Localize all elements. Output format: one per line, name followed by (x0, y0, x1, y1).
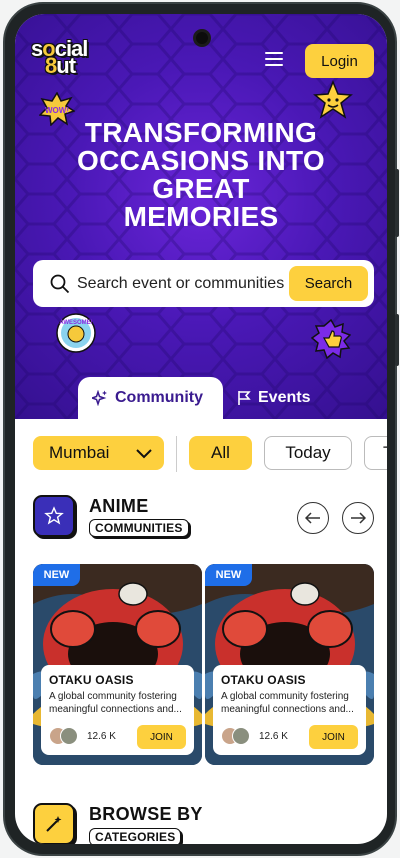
community-card[interactable]: NEW OTAKU OASIS A global community foste… (205, 564, 374, 765)
new-badge: NEW (205, 564, 252, 586)
hero-headline: TRANSFORMING OCCASIONS INTO GREAT MEMORI… (77, 117, 325, 232)
volume-button (395, 169, 399, 237)
card-info-panel: OTAKU OASIS A global community fostering… (213, 665, 366, 755)
power-button (395, 314, 399, 366)
search-button[interactable]: Search (289, 266, 368, 301)
star-face-sticker (313, 80, 353, 119)
tab-events-label: Events (258, 389, 311, 406)
member-count: 12.6 K (87, 731, 116, 742)
community-card[interactable]: NEW OTAKU OASIS A global community foste… (33, 564, 202, 765)
card-footer: 12.6 K JOIN (221, 725, 358, 749)
login-button[interactable]: Login (305, 44, 374, 78)
join-button[interactable]: JOIN (309, 725, 358, 749)
awesome-sticker: AWESOME! (56, 313, 96, 353)
sparkle-icon (92, 390, 107, 406)
svg-text:AWESOME!: AWESOME! (59, 320, 92, 326)
svg-text:WOW!: WOW! (45, 106, 69, 115)
app-screen: social 8ut Login WOW! AWESOME! TRANSFORM… (15, 14, 387, 844)
browse-section-icon (33, 803, 75, 844)
search-input[interactable] (77, 270, 299, 298)
city-select-value: Mumbai (49, 443, 110, 462)
card-description: A global community fostering meaningful … (221, 691, 354, 715)
chevron-down-icon (136, 449, 152, 459)
front-camera (193, 29, 211, 47)
hamburger-menu-icon[interactable] (265, 52, 283, 66)
filter-pill-all[interactable]: All (189, 436, 252, 470)
avatar (60, 727, 78, 745)
flag-icon (238, 391, 251, 405)
tab-events[interactable]: Events (237, 377, 347, 419)
member-avatars (221, 727, 255, 747)
filter-pill-next[interactable]: T (364, 436, 387, 470)
avatar (232, 727, 250, 745)
browse-section-badge: CATEGORIES (89, 828, 182, 844)
arrow-left-icon (305, 512, 320, 524)
member-count: 12.6 K (259, 731, 288, 742)
join-button[interactable]: JOIN (137, 725, 186, 749)
brand-logo[interactable]: social 8ut (31, 38, 88, 77)
card-description: A global community fostering meaningful … (49, 691, 182, 715)
anime-section-title: ANIME (89, 496, 149, 516)
filter-pill-today[interactable]: Today (264, 436, 352, 470)
star-outline-icon (44, 506, 64, 525)
phone-frame: social 8ut Login WOW! AWESOME! TRANSFORM… (3, 2, 399, 856)
anime-section-icon (33, 495, 75, 537)
thumbs-up-sticker (311, 319, 351, 359)
filter-bar: Mumbai All Today T (15, 436, 387, 472)
search-icon (50, 274, 70, 294)
city-select[interactable]: Mumbai (33, 436, 164, 470)
card-footer: 12.6 K JOIN (49, 725, 186, 749)
search-bar: Search (33, 260, 374, 307)
carousel-prev-button[interactable] (297, 502, 329, 534)
hero-banner: social 8ut Login WOW! AWESOME! TRANSFORM… (15, 14, 387, 419)
tab-community-label: Community (115, 389, 203, 406)
arrow-right-icon (351, 512, 366, 524)
card-title: OTAKU OASIS (221, 673, 306, 687)
filter-divider (176, 436, 177, 472)
magic-wand-icon (46, 816, 62, 832)
card-info-panel: OTAKU OASIS A global community fostering… (41, 665, 194, 755)
card-title: OTAKU OASIS (49, 673, 134, 687)
member-avatars (49, 727, 83, 747)
tab-community[interactable]: Community (78, 377, 223, 419)
new-badge: NEW (33, 564, 80, 586)
anime-section-badge: COMMUNITIES (89, 519, 189, 537)
carousel-next-button[interactable] (342, 502, 374, 534)
browse-section-title: BROWSE BY (89, 804, 203, 824)
